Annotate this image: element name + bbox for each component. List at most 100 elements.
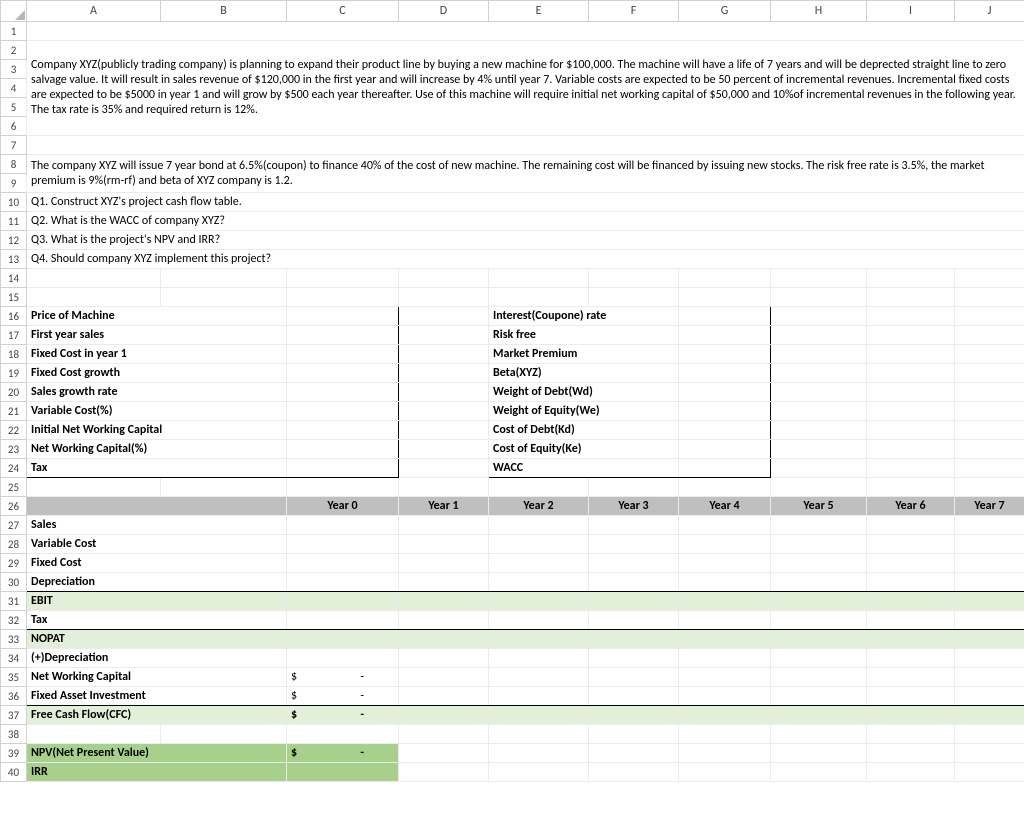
cell[interactable] xyxy=(955,687,1024,706)
cell[interactable] xyxy=(679,763,771,782)
cell[interactable] xyxy=(161,478,287,497)
grid[interactable]: A B C D E F G H I J 1 2 Company XYZ(publ… xyxy=(0,0,1024,782)
cell[interactable] xyxy=(27,269,161,288)
cell-npv[interactable]: $- xyxy=(287,744,399,763)
cell[interactable] xyxy=(867,478,955,497)
select-all-corner[interactable] xyxy=(1,1,27,22)
cell[interactable] xyxy=(771,649,867,668)
cell[interactable] xyxy=(287,516,399,535)
label-weight-debt[interactable]: Weight of Debt(Wd) xyxy=(489,383,679,402)
row-header-14[interactable]: 14 xyxy=(1,269,27,288)
question-4[interactable]: Q4. Should company XYZ implement this pr… xyxy=(27,250,1024,269)
cell[interactable] xyxy=(161,269,287,288)
cell[interactable] xyxy=(867,668,955,687)
row-header-16[interactable]: 16 xyxy=(1,307,27,326)
col-header-E[interactable]: E xyxy=(489,1,589,22)
cell[interactable] xyxy=(771,307,867,326)
cell[interactable] xyxy=(867,744,955,763)
cell[interactable] xyxy=(867,459,955,478)
question-2[interactable]: Q2. What is the WACC of company XYZ? xyxy=(27,212,1024,231)
cell[interactable] xyxy=(589,630,679,649)
col-header-J[interactable]: J xyxy=(955,1,1024,22)
cell[interactable] xyxy=(589,592,679,611)
cell[interactable] xyxy=(867,516,955,535)
row-header-17[interactable]: 17 xyxy=(1,326,27,345)
cell[interactable] xyxy=(955,440,1024,459)
cell[interactable] xyxy=(489,725,589,744)
cell[interactable] xyxy=(399,592,489,611)
cell[interactable] xyxy=(679,630,771,649)
cell[interactable] xyxy=(771,421,867,440)
label-wacc[interactable]: WACC xyxy=(489,459,679,478)
cell[interactable] xyxy=(771,326,867,345)
cell[interactable] xyxy=(399,535,489,554)
cell[interactable] xyxy=(771,288,867,307)
cell[interactable] xyxy=(679,269,771,288)
input-risk-free[interactable] xyxy=(679,326,771,345)
row-header-13[interactable]: 13 xyxy=(1,250,27,269)
cell[interactable] xyxy=(161,288,287,307)
label-tax[interactable]: Tax xyxy=(27,459,287,478)
cell-irr[interactable] xyxy=(287,763,399,782)
cell[interactable] xyxy=(399,383,489,402)
row-header-28[interactable]: 28 xyxy=(1,535,27,554)
cell[interactable] xyxy=(27,725,161,744)
cell[interactable] xyxy=(867,706,955,725)
cell[interactable] xyxy=(867,402,955,421)
row-header-32[interactable]: 32 xyxy=(1,611,27,630)
label-sales-growth[interactable]: Sales growth rate xyxy=(27,383,287,402)
cell[interactable] xyxy=(679,478,771,497)
col-header-H[interactable]: H xyxy=(771,1,867,22)
row-header-18[interactable]: 18 xyxy=(1,345,27,364)
cell[interactable] xyxy=(955,364,1024,383)
cell[interactable] xyxy=(589,687,679,706)
cell[interactable] xyxy=(867,535,955,554)
cell[interactable] xyxy=(489,288,589,307)
cell[interactable] xyxy=(771,364,867,383)
cell[interactable] xyxy=(489,554,589,573)
cell[interactable] xyxy=(489,573,589,592)
cell[interactable] xyxy=(955,402,1024,421)
input-weight-debt[interactable] xyxy=(679,383,771,402)
input-nwc-pct[interactable] xyxy=(287,440,399,459)
row-header-10[interactable]: 10 xyxy=(1,193,27,212)
cell[interactable] xyxy=(955,744,1024,763)
cell[interactable] xyxy=(399,516,489,535)
cell[interactable] xyxy=(399,668,489,687)
cell[interactable] xyxy=(955,326,1024,345)
cell[interactable] xyxy=(489,744,589,763)
label-market-premium[interactable]: Market Premium xyxy=(489,345,679,364)
row-header-31[interactable]: 31 xyxy=(1,592,27,611)
row-header-37[interactable]: 37 xyxy=(1,706,27,725)
label-risk-free[interactable]: Risk free xyxy=(489,326,679,345)
label-weight-equity[interactable]: Weight of Equity(We) xyxy=(489,402,679,421)
label-nwc-pct[interactable]: Net Working Capital(%) xyxy=(27,440,287,459)
cell[interactable] xyxy=(489,763,589,782)
cell[interactable] xyxy=(679,668,771,687)
row-nwc[interactable]: Net Working Capital xyxy=(27,668,287,687)
cell[interactable] xyxy=(679,725,771,744)
cell[interactable] xyxy=(489,668,589,687)
cell[interactable] xyxy=(399,763,489,782)
cell[interactable] xyxy=(867,383,955,402)
cell[interactable] xyxy=(867,611,955,630)
cell[interactable] xyxy=(399,630,489,649)
cell[interactable] xyxy=(867,573,955,592)
cell[interactable] xyxy=(399,459,489,478)
label-variable-cost-pct[interactable]: Variable Cost(%) xyxy=(27,402,287,421)
cell[interactable] xyxy=(955,725,1024,744)
cell[interactable] xyxy=(955,668,1024,687)
cell[interactable] xyxy=(867,307,955,326)
row-header-20[interactable]: 20 xyxy=(1,383,27,402)
cell[interactable] xyxy=(399,345,489,364)
cell[interactable] xyxy=(867,649,955,668)
cell[interactable] xyxy=(955,763,1024,782)
cell[interactable] xyxy=(489,630,589,649)
cell[interactable] xyxy=(955,516,1024,535)
cell[interactable] xyxy=(399,478,489,497)
cell[interactable] xyxy=(27,478,161,497)
row-header-24[interactable]: 24 xyxy=(1,459,27,478)
cell[interactable] xyxy=(27,22,1024,41)
input-sales-growth[interactable] xyxy=(287,383,399,402)
cell[interactable] xyxy=(399,649,489,668)
